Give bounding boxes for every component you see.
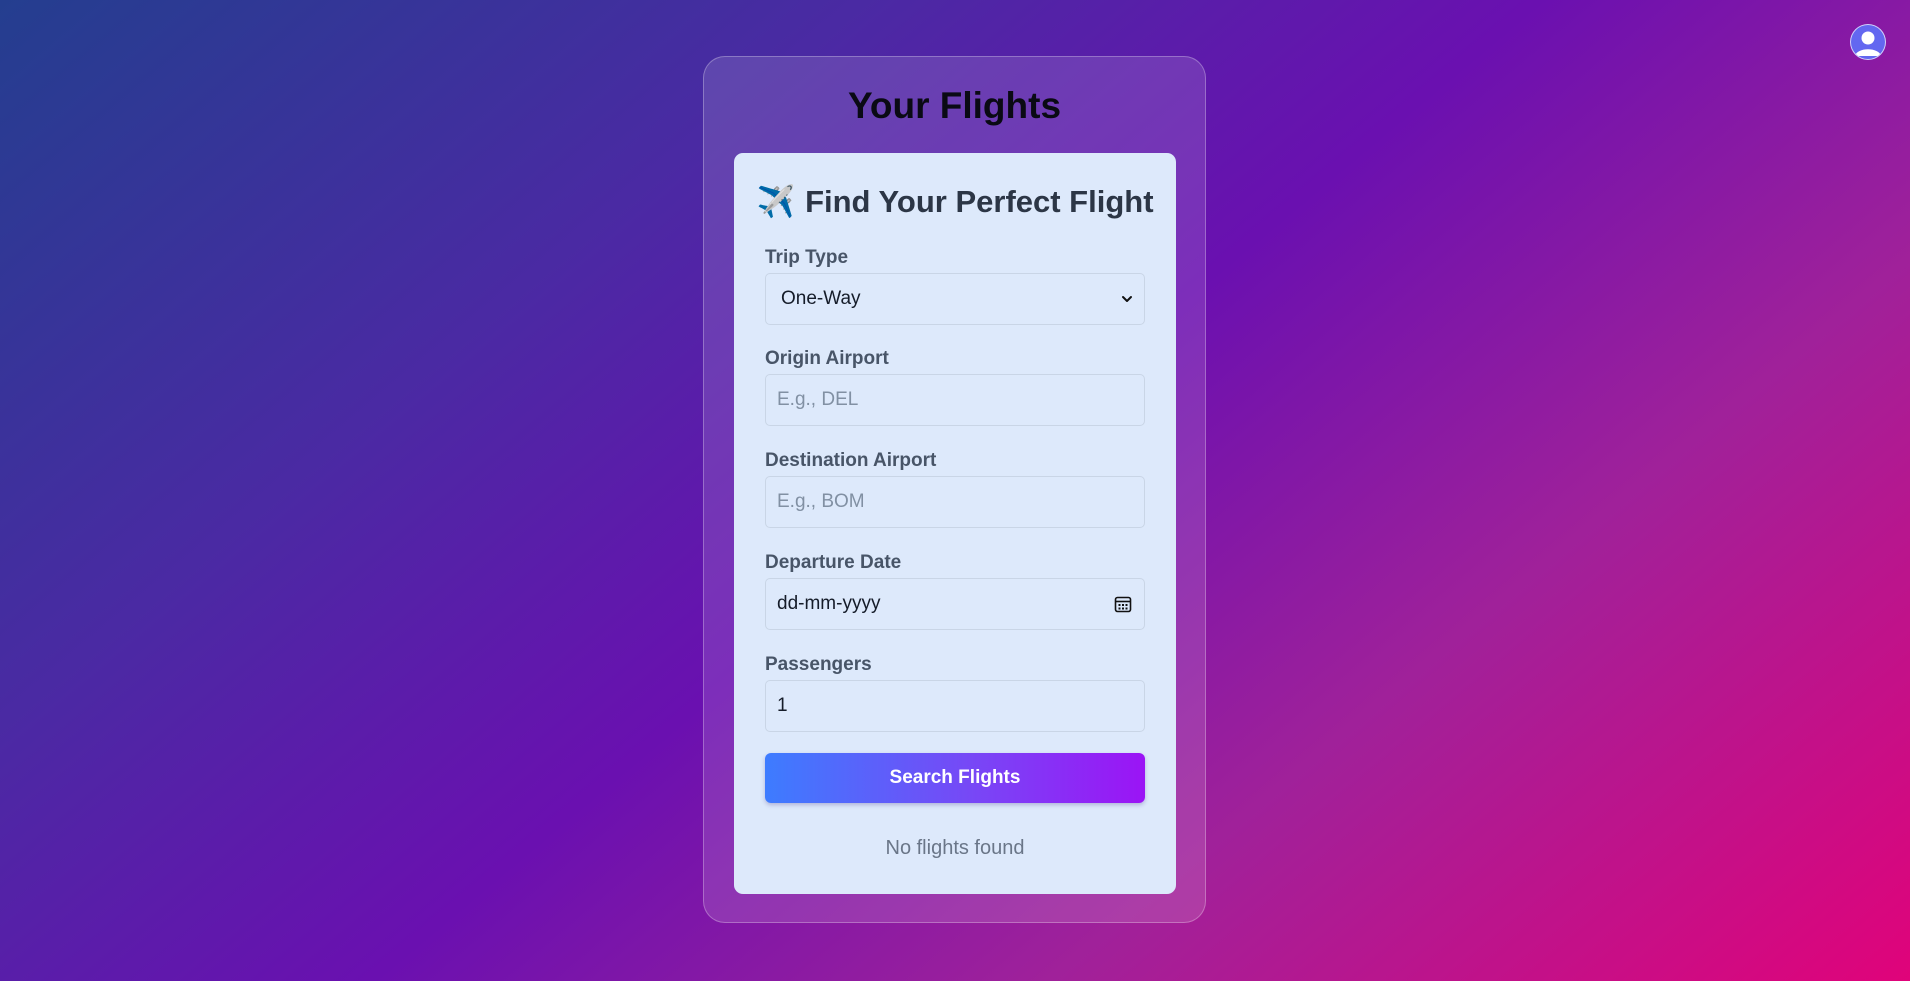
trip-type-label: Trip Type xyxy=(765,247,849,268)
trip-type-field: Trip Type One-Way xyxy=(765,247,1145,325)
destination-field: Destination Airport xyxy=(765,450,1145,528)
no-results-message: No flights found xyxy=(885,837,1025,859)
departure-date-label: Departure Date xyxy=(765,552,902,573)
passengers-field: Passengers xyxy=(765,654,1145,732)
form-heading-text: Find Your Perfect Flight xyxy=(805,184,1154,219)
origin-label: Origin Airport xyxy=(765,348,889,369)
origin-field: Origin Airport xyxy=(765,348,1145,426)
form-heading: ✈️ Find Your Perfect Flight xyxy=(734,183,1176,220)
origin-input[interactable] xyxy=(765,374,1145,426)
chevron-down-icon xyxy=(1122,296,1132,302)
trip-type-select[interactable]: One-Way xyxy=(765,273,1145,325)
flights-panel: Your Flights ✈️ Find Your Perfect Flight … xyxy=(703,56,1206,923)
user-avatar-button[interactable] xyxy=(1850,24,1886,60)
passengers-input[interactable] xyxy=(765,680,1145,732)
user-avatar-icon xyxy=(1855,31,1881,56)
calendar-icon[interactable] xyxy=(1113,594,1133,614)
departure-date-field: Departure Date dd-mm-yyyy xyxy=(765,552,1145,630)
destination-input[interactable] xyxy=(765,476,1145,528)
passengers-label: Passengers xyxy=(765,654,872,675)
page-title: Your Flights xyxy=(847,85,1062,126)
departure-date-value: dd-mm-yyyy xyxy=(777,593,881,614)
airplane-icon: ✈️ xyxy=(756,184,796,220)
flight-search-form: ✈️ Find Your Perfect Flight Trip Type One… xyxy=(734,153,1176,894)
search-flights-button[interactable]: Search Flights xyxy=(765,753,1145,803)
trip-type-value: One-Way xyxy=(781,288,861,309)
departure-date-input[interactable]: dd-mm-yyyy xyxy=(765,578,1145,630)
destination-label: Destination Airport xyxy=(765,450,937,471)
